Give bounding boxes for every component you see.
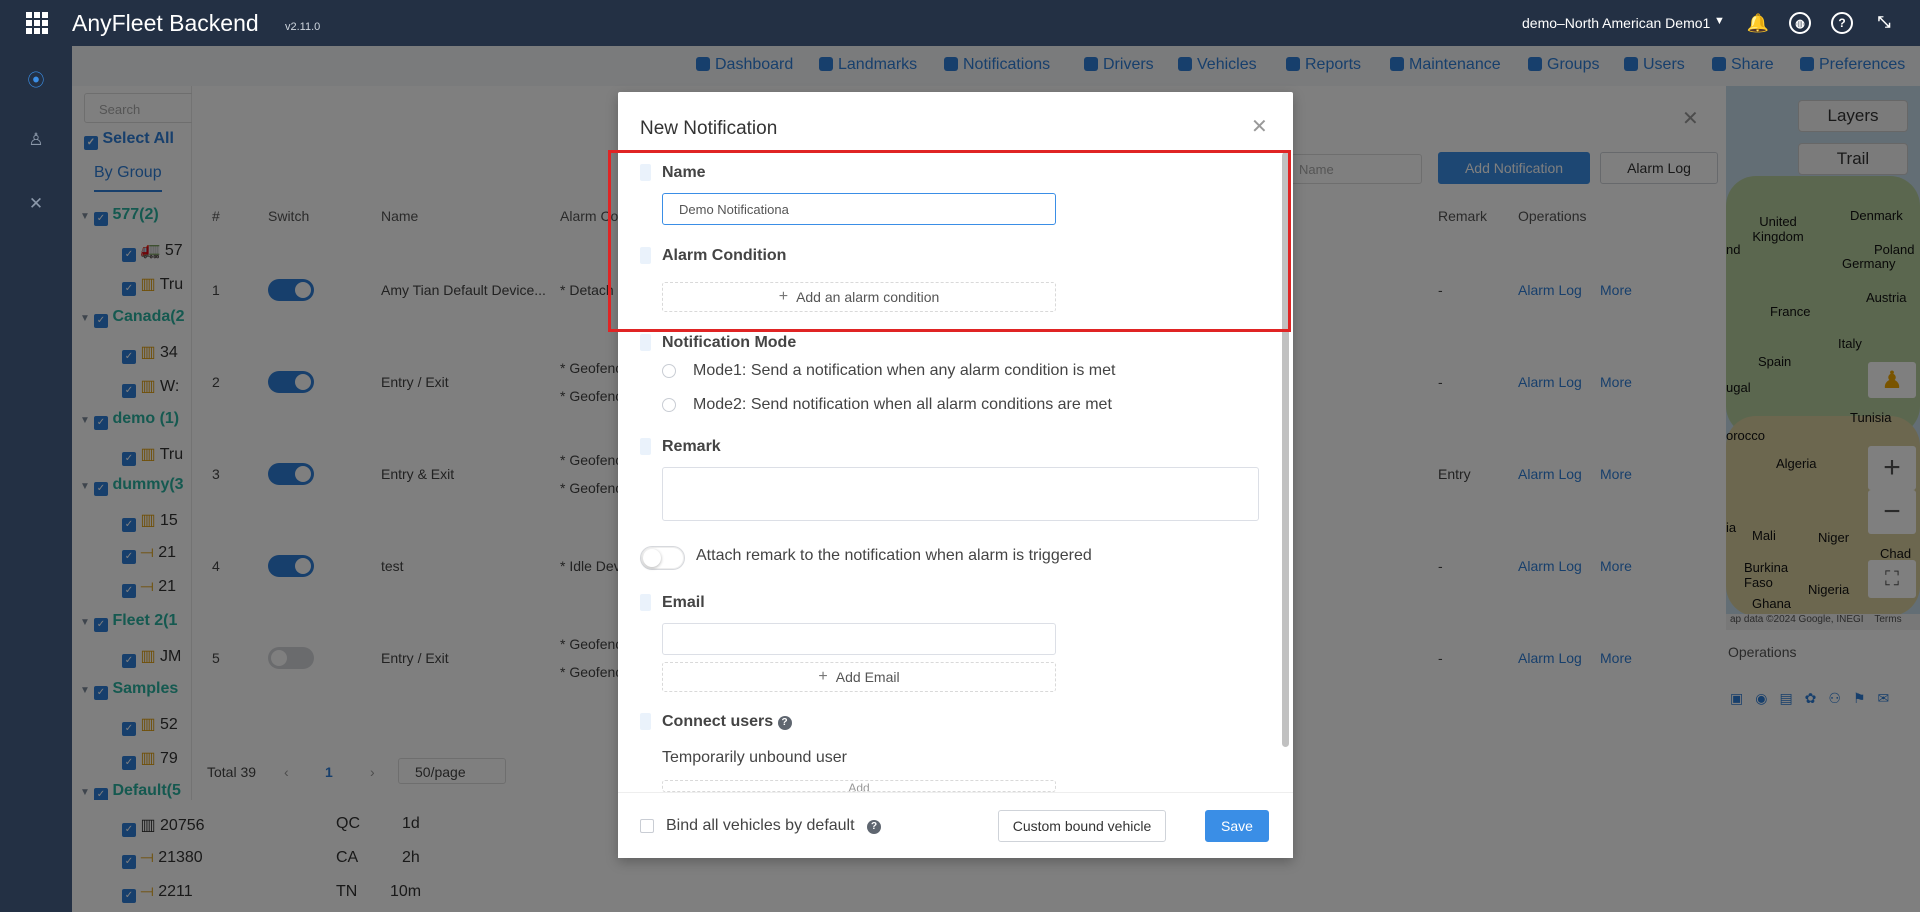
new-notification-dialog: New Notification ✕ Name Demo Notificatio… [618, 92, 1293, 858]
section-marker [640, 247, 651, 264]
left-nav: ⦿ ♙ ✕ [0, 46, 72, 912]
email-label: Email [662, 594, 705, 611]
chevron-down-icon[interactable]: ▼ [1714, 15, 1725, 27]
bind-all-checkbox[interactable] [640, 819, 654, 833]
remark-textarea[interactable] [662, 467, 1259, 521]
section-marker [640, 594, 651, 611]
section-marker [640, 334, 651, 351]
section-marker [640, 164, 651, 181]
mode2-label[interactable]: Mode2: Send notification when all alarm … [693, 396, 1112, 414]
notification-mode-label: Notification Mode [662, 334, 797, 351]
remark-label: Remark [662, 438, 721, 455]
attach-remark-toggle[interactable] [640, 546, 685, 570]
account-selector[interactable]: demo–North American Demo1 [1522, 15, 1710, 31]
user-icon[interactable]: ♙ [26, 130, 46, 150]
email-input[interactable] [662, 623, 1056, 655]
globe-icon[interactable]: ◍ [1789, 12, 1811, 34]
bind-all-label[interactable]: Bind all vehicles by default ? [666, 817, 882, 835]
mode2-radio[interactable] [662, 398, 676, 412]
section-marker [640, 713, 651, 730]
add-email-button[interactable]: + Add Email [662, 662, 1056, 692]
location-pin-icon[interactable]: ⦿ [26, 66, 46, 90]
help-icon[interactable]: ? [867, 820, 882, 834]
save-button[interactable]: Save [1205, 810, 1269, 842]
dialog-title: New Notification [640, 118, 778, 139]
name-label: Name [662, 164, 706, 181]
plus-icon: + [818, 668, 828, 685]
help-icon[interactable]: ? [1831, 12, 1853, 34]
attach-remark-label: Attach remark to the notification when a… [696, 547, 1092, 564]
mode1-label[interactable]: Mode1: Send a notification when any alar… [693, 362, 1115, 380]
mode1-radio[interactable] [662, 364, 676, 378]
collapse-icon[interactable]: ⤡ [1873, 12, 1895, 34]
dialog-scrollbar[interactable] [1282, 152, 1289, 747]
connect-users-label: Connect users ? [662, 713, 792, 731]
name-input[interactable]: Demo Notificationa [662, 193, 1056, 225]
app-version: v2.11.0 [285, 21, 321, 33]
unbound-user-text: Temporarily unbound user [662, 749, 847, 766]
app-title: AnyFleet Backend [72, 10, 259, 36]
apps-grid-icon[interactable] [26, 12, 48, 34]
help-icon[interactable]: ? [777, 716, 792, 730]
custom-bound-vehicle-button[interactable]: Custom bound vehicle [998, 810, 1166, 842]
bell-icon[interactable]: 🔔 [1747, 12, 1769, 34]
plus-icon: + [778, 288, 789, 305]
dialog-footer: Bind all vehicles by default ? Custom bo… [618, 792, 1293, 858]
add-user-button[interactable]: Add [662, 780, 1056, 792]
tools-icon[interactable]: ✕ [26, 194, 46, 214]
section-marker [640, 438, 651, 455]
close-icon[interactable]: ✕ [1251, 114, 1268, 139]
alarm-condition-label: Alarm Condition [662, 247, 787, 264]
add-alarm-condition-button[interactable]: + Add an alarm condition [662, 282, 1056, 312]
top-bar: AnyFleet Backend v2.11.0 demo–North Amer… [0, 0, 1920, 46]
